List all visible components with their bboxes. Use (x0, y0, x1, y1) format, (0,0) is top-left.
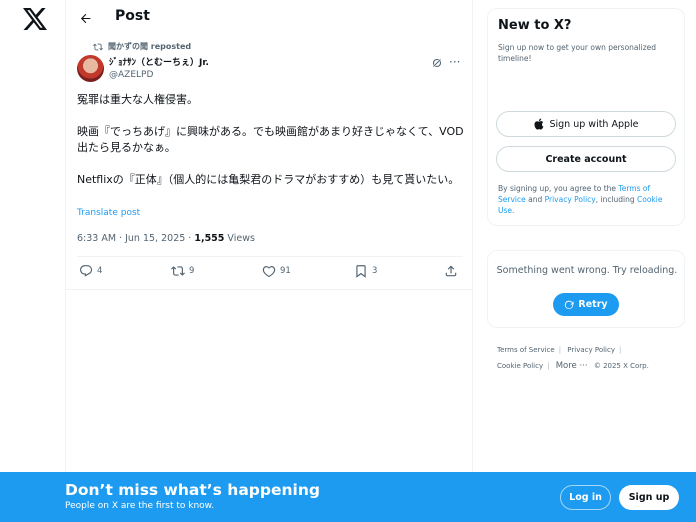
signup-apple-button[interactable]: Sign up with Apple (496, 111, 676, 137)
translate-link[interactable]: Translate post (77, 208, 140, 218)
signup-subtitle: Sign up now to get your own personalized… (498, 43, 657, 63)
terms-and: and (525, 195, 545, 204)
footer-cookie-link[interactable]: Cookie Policy (497, 362, 543, 370)
x-logo-icon[interactable] (23, 8, 47, 30)
repost-icon (171, 266, 185, 276)
signup-card: New to X? Sign up now to get your own pe… (487, 8, 685, 226)
reply-count: 4 (97, 266, 103, 276)
error-card: Something went wrong. Try reloading. Ret… (487, 250, 685, 328)
author-name[interactable]: ｼﾞｮﾅｻﾝ（とむーちぇ）Jr. (109, 55, 209, 68)
apple-icon (534, 118, 544, 130)
footer-more-link[interactable]: More ··· (556, 361, 588, 371)
retry-button[interactable]: Retry (553, 293, 619, 316)
page-title: Post (115, 8, 150, 24)
author-handle[interactable]: @AZELPD (109, 70, 153, 80)
repost-label: 聞かずの聞 reposted (108, 42, 192, 51)
post-text: 冤罪は重大な人権侵害。 映画『でっちあげ』に興味がある。でも映画館があまり好きじ… (77, 93, 464, 186)
bookmark-count: 3 (372, 266, 378, 276)
grok-icon[interactable] (431, 57, 443, 69)
views-label: Views (224, 233, 255, 244)
error-message: Something went wrong. Try reloading. (496, 265, 678, 276)
like-button[interactable]: 91 (262, 264, 291, 278)
banner-subtitle: People on X are the first to know. (65, 501, 215, 511)
create-account-button[interactable]: Create account (496, 146, 676, 172)
reply-icon (80, 265, 93, 277)
share-button[interactable] (444, 264, 458, 278)
action-bar: 4 9 91 3 (66, 256, 473, 289)
arrow-left-icon (80, 13, 90, 23)
footer-copyright: © 2025 X Corp. (593, 362, 649, 370)
footer-links: Terms of Service | Privacy Policy | Cookie… (497, 346, 649, 371)
back-button[interactable] (75, 8, 95, 28)
reply-button[interactable]: 4 (79, 264, 102, 278)
right-sidebar: New to X? Sign up now to get your own pe… (473, 0, 696, 522)
post-time[interactable]: 6:33 AM · Jun 15, 2025 · (77, 233, 194, 244)
views-count: 1,555 (194, 233, 225, 244)
repost-count: 9 (189, 266, 195, 276)
signup-apple-label: Sign up with Apple (549, 118, 639, 130)
divider (66, 289, 473, 290)
heart-icon (262, 266, 276, 278)
terms-prefix: By signing up, you agree to the (498, 184, 619, 193)
refresh-icon (565, 300, 574, 309)
footer-terms-link[interactable]: Terms of Service (497, 346, 555, 354)
top-bar: Post (66, 0, 473, 36)
repost-button[interactable]: 9 (171, 264, 194, 278)
more-icon[interactable]: ··· (449, 55, 460, 69)
like-count: 91 (280, 266, 291, 276)
left-nav (0, 0, 66, 522)
signup-button[interactable]: Sign up (619, 485, 679, 510)
retry-label: Retry (578, 299, 608, 310)
repost-icon (93, 43, 103, 50)
terms-notice: By signing up, you agree to the Terms of… (498, 183, 678, 216)
avatar[interactable] (77, 55, 104, 82)
privacy-link[interactable]: Privacy Policy (545, 195, 596, 204)
bookmark-icon (356, 265, 366, 278)
login-button[interactable]: Log in (560, 485, 611, 510)
login-banner: Don’t miss what’s happening People on X … (0, 472, 696, 522)
banner-title: Don’t miss what’s happening (65, 481, 320, 499)
post-meta: 6:33 AM · Jun 15, 2025 · 1,555 Views (77, 233, 255, 244)
repost-indicator[interactable]: 聞かずの聞 reposted (93, 41, 191, 52)
main-column: Post 聞かずの聞 reposted ｼﾞｮﾅｻﾝ（とむーちぇ）Jr. @AZ… (66, 0, 473, 522)
footer-privacy-link[interactable]: Privacy Policy (567, 346, 615, 354)
bookmark-button[interactable]: 3 (354, 264, 377, 278)
signup-title: New to X? (498, 18, 572, 33)
share-icon (445, 265, 457, 277)
terms-including: , including (595, 195, 638, 204)
